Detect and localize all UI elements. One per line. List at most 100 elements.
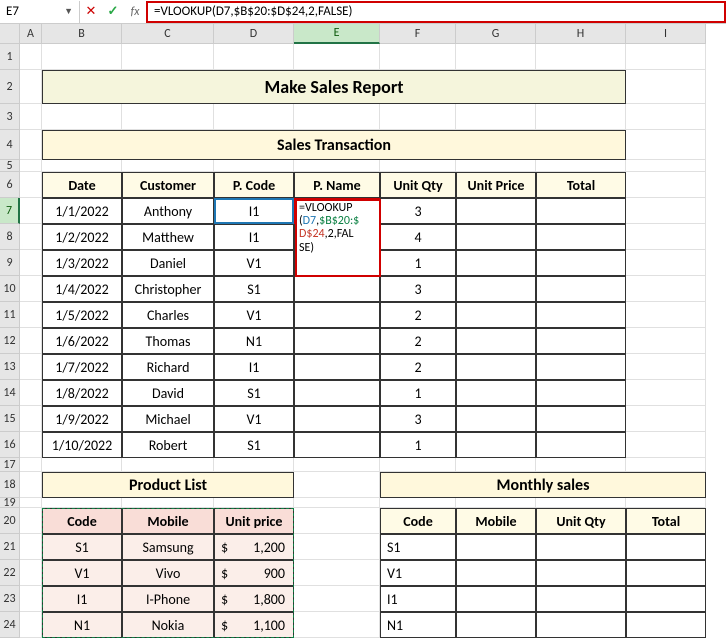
cell[interactable] [456, 432, 536, 458]
cell[interactable]: Charles [122, 302, 214, 328]
select-all-corner[interactable] [0, 24, 20, 44]
cell[interactable]: 4 [380, 224, 456, 250]
cell[interactable]: $1,200 [214, 534, 294, 560]
row-header[interactable]: 3 [0, 104, 20, 130]
row-header[interactable]: 11 [0, 302, 20, 328]
cell[interactable]: 1/6/2022 [42, 328, 122, 354]
cell[interactable]: 1 [380, 380, 456, 406]
cell[interactable]: 1/4/2022 [42, 276, 122, 302]
row-header[interactable]: 22 [0, 560, 20, 586]
col-header-H[interactable]: H [536, 24, 626, 44]
row-header[interactable]: 9 [0, 250, 20, 276]
row-header[interactable]: 6 [0, 172, 20, 198]
cell[interactable]: 2 [380, 328, 456, 354]
cell[interactable]: Robert [122, 432, 214, 458]
cell[interactable] [456, 586, 536, 612]
cell[interactable]: V1 [42, 560, 122, 586]
cell[interactable]: Samsung [122, 534, 214, 560]
cell[interactable] [294, 354, 380, 380]
cell[interactable] [456, 560, 536, 586]
cell[interactable]: N1 [380, 612, 456, 638]
cell[interactable]: $1,800 [214, 586, 294, 612]
cell[interactable]: 1/1/2022 [42, 198, 122, 224]
cell[interactable]: I-Phone [122, 586, 214, 612]
row-header[interactable]: 24 [0, 612, 20, 638]
row-header[interactable]: 8 [0, 224, 20, 250]
row-header[interactable]: 19 [0, 498, 20, 508]
row-header[interactable]: 15 [0, 406, 20, 432]
cell[interactable]: S1 [380, 534, 456, 560]
col-header-F[interactable]: F [380, 24, 456, 44]
row-header[interactable]: 12 [0, 328, 20, 354]
cell[interactable] [536, 534, 626, 560]
fx-icon[interactable]: fx [124, 5, 146, 19]
cell[interactable] [536, 224, 626, 250]
row-header[interactable]: 2 [0, 70, 20, 104]
col-header-C[interactable]: C [122, 24, 214, 44]
cell[interactable]: 1/2/2022 [42, 224, 122, 250]
cell[interactable]: 1 [380, 250, 456, 276]
cell[interactable]: N1 [214, 328, 294, 354]
row-header[interactable]: 10 [0, 276, 20, 302]
cell[interactable]: Thomas [122, 328, 214, 354]
cell[interactable] [536, 354, 626, 380]
cell[interactable]: Michael [122, 406, 214, 432]
col-header-G[interactable]: G [456, 24, 536, 44]
cell[interactable]: 1/9/2022 [42, 406, 122, 432]
cell[interactable]: 3 [380, 198, 456, 224]
formula-edit-overlay[interactable]: =VLOOKUP (D7,$B$20:$ D$24,2,FAL SE) [295, 199, 381, 277]
cell[interactable]: Vivo [122, 560, 214, 586]
col-header-B[interactable]: B [42, 24, 122, 44]
cell[interactable] [626, 586, 706, 612]
cell[interactable] [536, 586, 626, 612]
cell[interactable] [456, 380, 536, 406]
cell[interactable]: I1 [42, 586, 122, 612]
cell[interactable]: N1 [42, 612, 122, 638]
cell[interactable] [294, 432, 380, 458]
cell[interactable] [294, 380, 380, 406]
cell[interactable] [456, 406, 536, 432]
cell[interactable]: Christopher [122, 276, 214, 302]
cell[interactable]: Richard [122, 354, 214, 380]
cell[interactable] [294, 276, 380, 302]
name-box[interactable]: E7 ▼ [0, 1, 80, 23]
cell[interactable]: S1 [214, 432, 294, 458]
cell[interactable] [626, 534, 706, 560]
cell[interactable] [536, 380, 626, 406]
cell[interactable] [536, 276, 626, 302]
cell[interactable]: 1/3/2022 [42, 250, 122, 276]
row-header[interactable]: 5 [0, 160, 20, 172]
cell[interactable] [536, 560, 626, 586]
cell[interactable] [456, 276, 536, 302]
cell[interactable]: V1 [214, 406, 294, 432]
cell[interactable] [294, 406, 380, 432]
cell[interactable]: David [122, 380, 214, 406]
cell[interactable] [536, 198, 626, 224]
cell[interactable]: I1 [214, 224, 294, 250]
cell[interactable]: 1/7/2022 [42, 354, 122, 380]
row-header[interactable]: 4 [0, 130, 20, 160]
cell[interactable]: S1 [214, 276, 294, 302]
cell[interactable]: Anthony [122, 198, 214, 224]
cell[interactable]: S1 [214, 380, 294, 406]
confirm-icon[interactable]: ✓ [102, 4, 124, 19]
cell[interactable]: 1/5/2022 [42, 302, 122, 328]
cell[interactable] [294, 302, 380, 328]
cell[interactable] [456, 250, 536, 276]
cell[interactable] [536, 250, 626, 276]
row-header[interactable]: 16 [0, 432, 20, 458]
cell[interactable] [536, 406, 626, 432]
cell[interactable] [456, 224, 536, 250]
cell[interactable]: V1 [214, 302, 294, 328]
cell[interactable]: 1/10/2022 [42, 432, 122, 458]
row-header[interactable]: 1 [0, 44, 20, 70]
cell[interactable] [626, 560, 706, 586]
row-header[interactable]: 13 [0, 354, 20, 380]
cell[interactable] [536, 302, 626, 328]
row-header[interactable]: 17 [0, 458, 20, 472]
cell[interactable]: 1 [380, 432, 456, 458]
cell[interactable]: 3 [380, 406, 456, 432]
row-header[interactable]: 20 [0, 508, 20, 534]
cell[interactable]: 1/8/2022 [42, 380, 122, 406]
row-header[interactable]: 21 [0, 534, 20, 560]
